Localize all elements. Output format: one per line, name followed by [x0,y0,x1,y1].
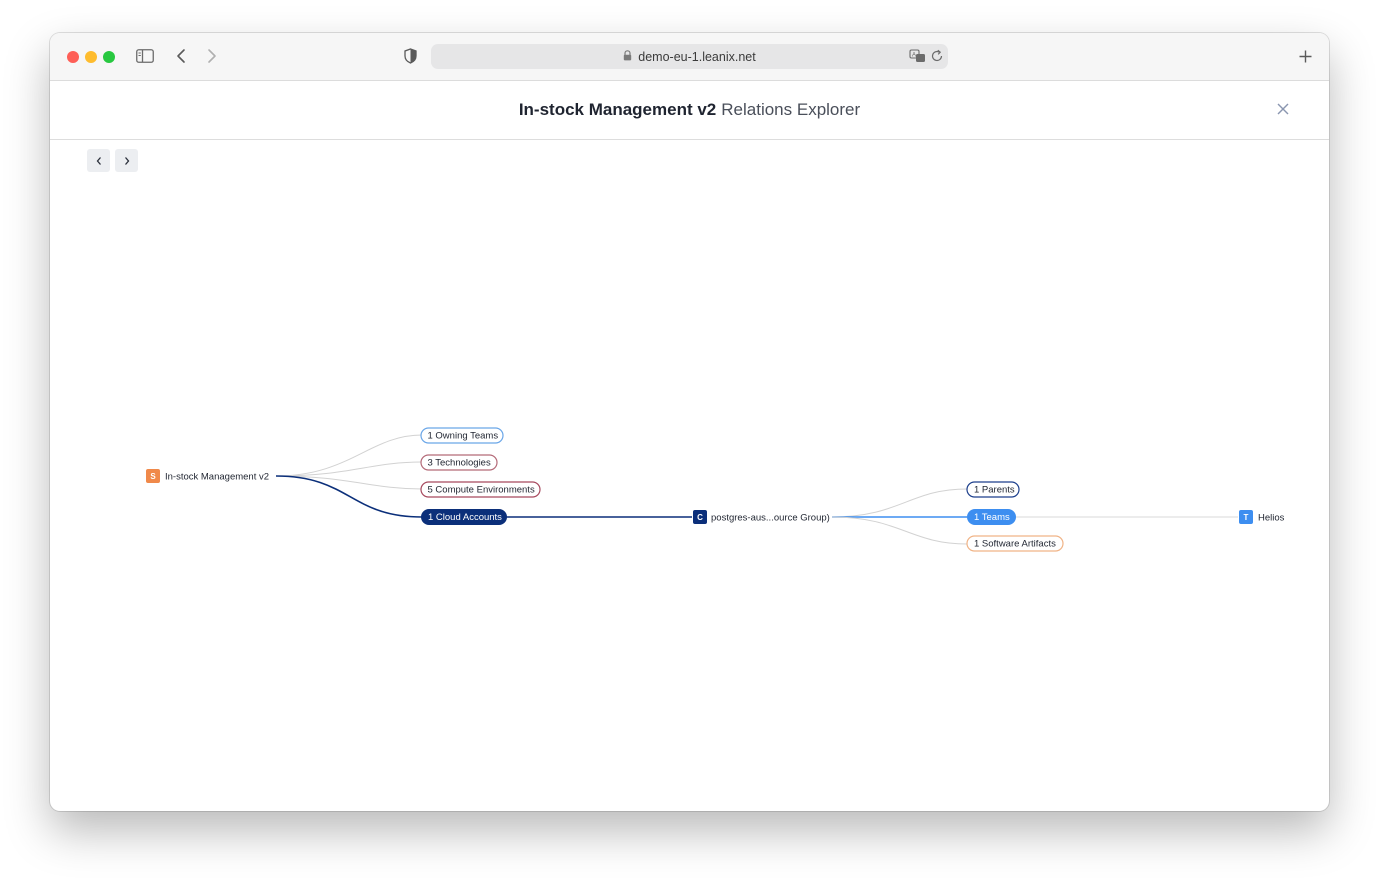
relation-pill-label: 5 Compute Environments [428,485,535,496]
leaf-node-badge-letter: T [1244,513,1249,522]
relation-pill-cloud-accounts[interactable]: 1 Cloud Accounts [421,509,507,525]
edge-root-tech [275,461,423,477]
relation-pill-label: 1 Cloud Accounts [428,512,502,523]
edge-root-cloud [275,475,423,518]
browser-window: demo-eu-1.leanix.net A In-stock Manageme… [50,33,1329,811]
middle-node[interactable]: C postgres-aus...ource Group) [693,510,830,524]
relation-pill-owning-teams[interactable]: 1 Owning Teams [420,427,504,444]
relations-graph: S In-stock Management v2 1 Owning Teams … [146,427,1285,552]
relation-pill-label: 3 Technologies [428,458,491,469]
relation-pill-parents[interactable]: 1 Parents [966,481,1020,498]
edge-middle-parents [831,488,968,518]
relation-pill-label: 1 Teams [974,512,1010,523]
relation-pill-label: 1 Parents [974,485,1015,496]
relation-pill-compute-environments[interactable]: 5 Compute Environments [420,481,541,498]
leaf-node[interactable]: T Helios [1239,510,1285,524]
middle-node-label: postgres-aus...ource Group) [711,513,830,524]
root-node-label: In-stock Management v2 [165,472,269,483]
relation-pill-label: 1 Owning Teams [428,431,499,442]
root-node-badge-letter: S [150,472,156,481]
edge-middle-artifacts [831,516,968,545]
middle-node-badge-letter: C [697,513,703,522]
relation-pill-label: 1 Software Artifacts [974,539,1056,550]
relation-pill-software-artifacts[interactable]: 1 Software Artifacts [966,535,1064,552]
relation-pill-teams[interactable]: 1 Teams [967,509,1016,525]
relation-pill-technologies[interactable]: 3 Technologies [420,454,498,471]
leaf-node-label: Helios [1258,513,1285,524]
root-node[interactable]: S In-stock Management v2 [146,469,269,483]
